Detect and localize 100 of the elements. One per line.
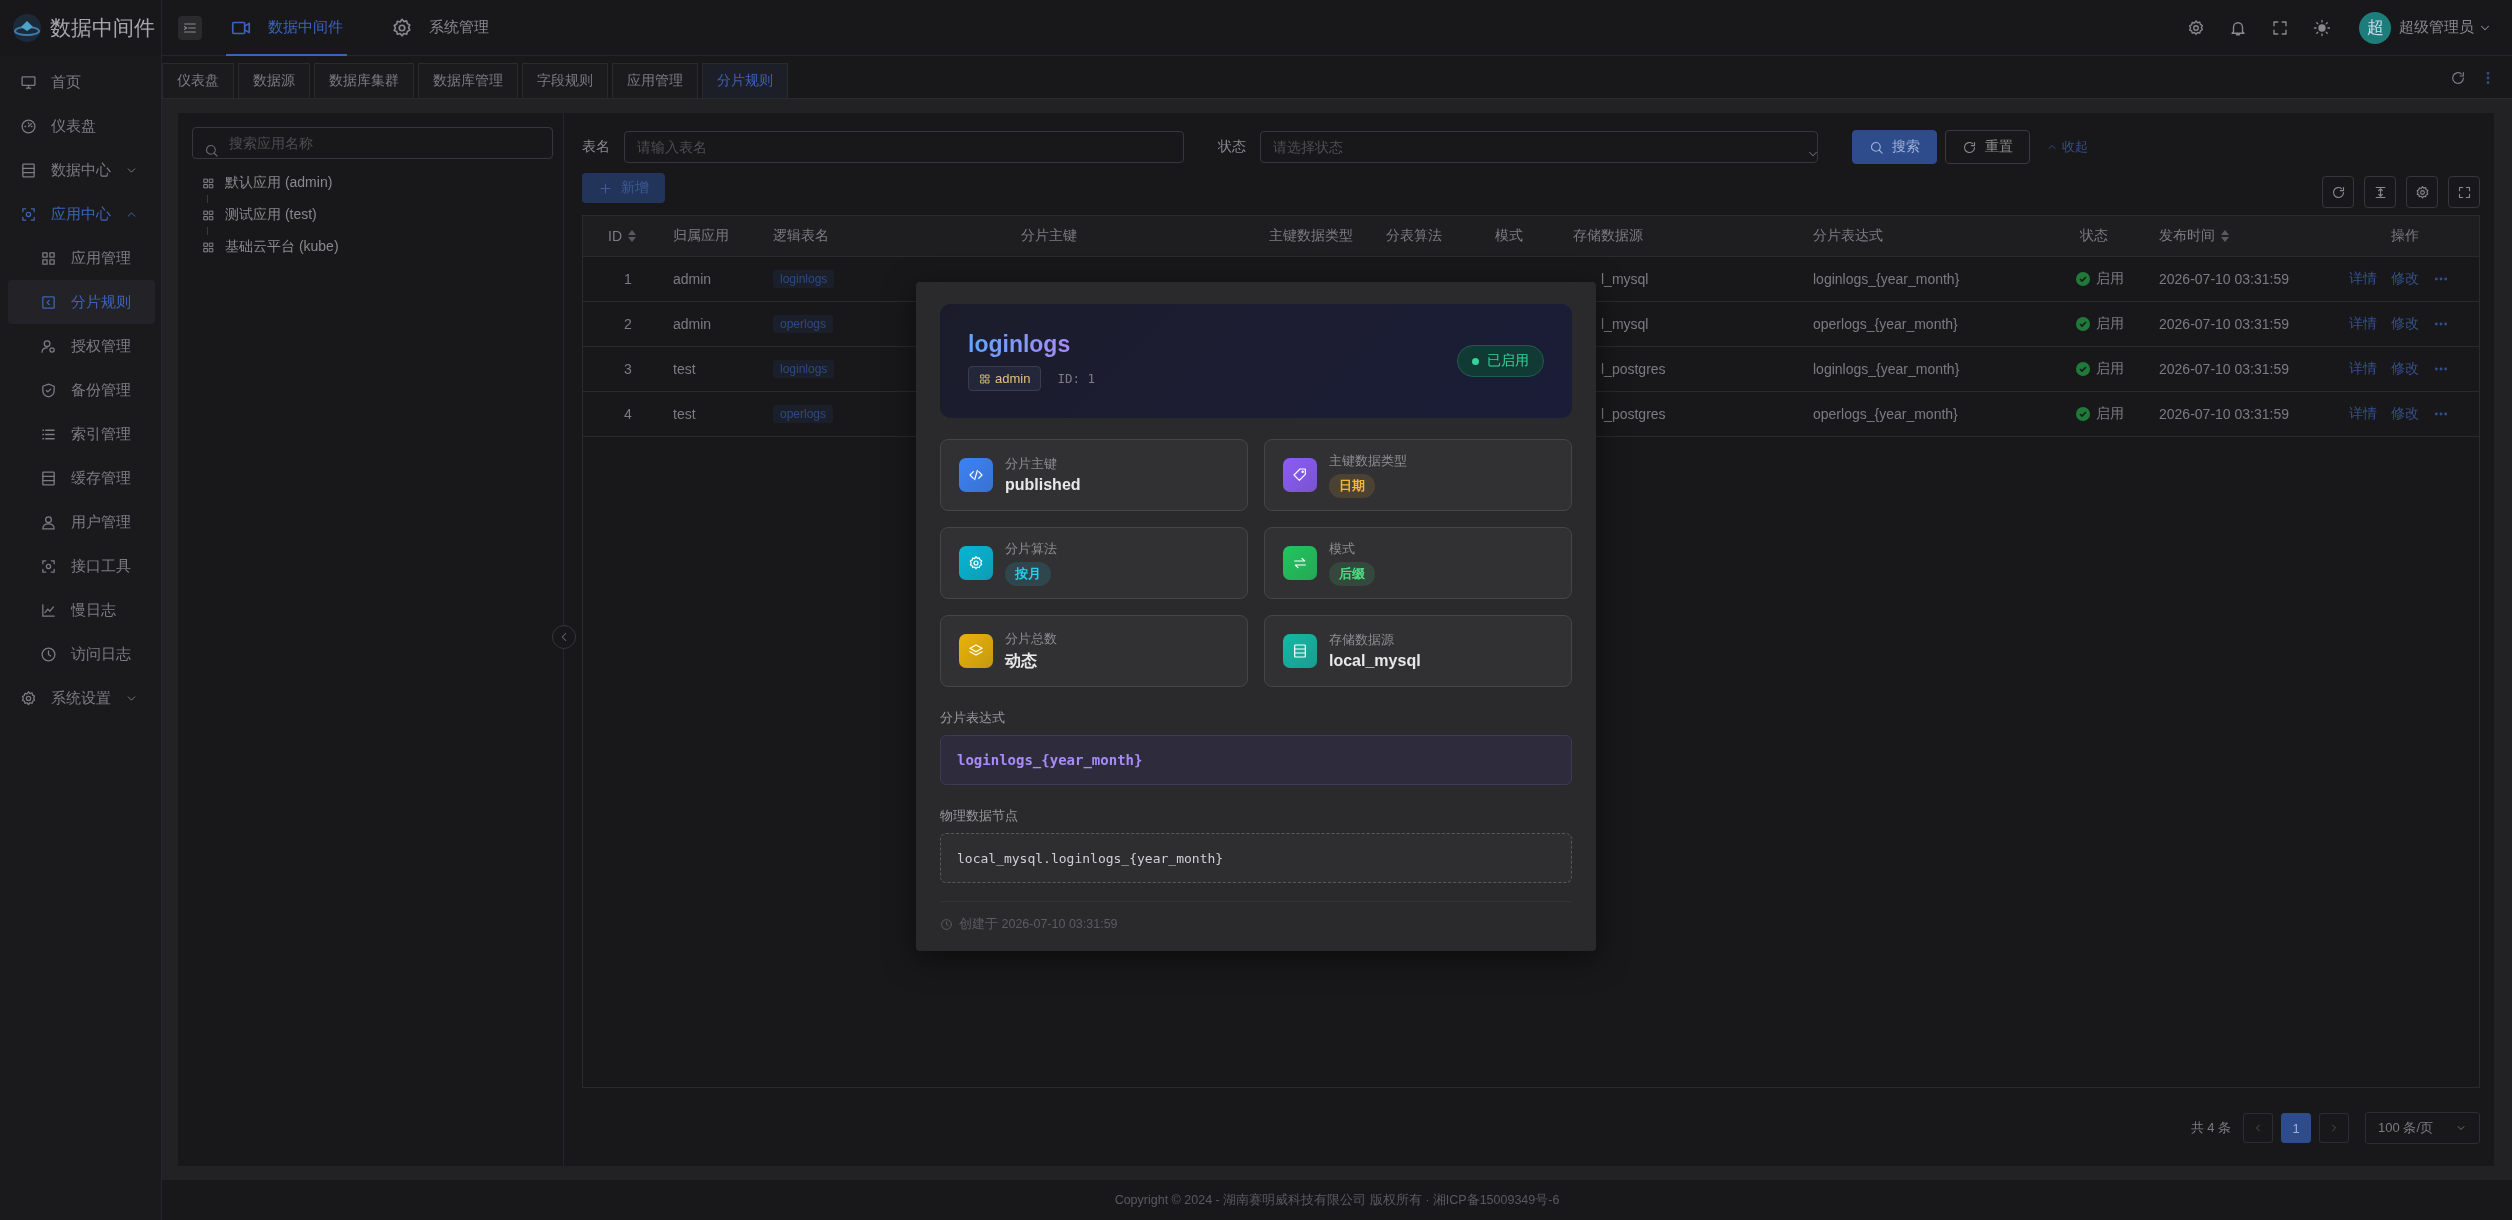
user-gear-icon [40,337,57,355]
table-cell: operlogs_{year_month} [1813,316,1958,332]
table-cell: 启用 [2096,270,2124,288]
plus-icon [598,180,613,196]
sidebar-item[interactable]: 系统设置 [0,676,153,720]
action-link[interactable]: 详情 [2349,315,2377,333]
reset-button[interactable]: 重置 [1945,130,2030,164]
sidebar-item[interactable]: 仪表盘 [0,104,153,148]
table-cell: 2026-07-10 03:31:59 [2159,361,2289,377]
settings-button[interactable] [2406,176,2438,208]
table-cell: 2026-07-10 03:31:59 [2159,271,2289,287]
action-link[interactable]: 修改 [2391,405,2419,423]
page-tab[interactable]: 字段规则 [522,63,608,98]
grid-icon [202,208,215,222]
gauge-icon [20,117,37,135]
refresh-icon[interactable] [2450,70,2466,86]
menu-button[interactable] [178,15,202,40]
table-cell: test [673,406,696,422]
expression-box: loginlogs_{year_month} [940,735,1572,785]
sidebar-item[interactable]: 分片规则 [8,280,155,324]
action-link[interactable]: 修改 [2391,360,2419,378]
section-label: 物理数据节点 [940,807,1019,825]
column-header: 状态 [2080,227,2108,245]
info-label: 分片主键 [1005,456,1058,473]
column-header: 存储数据源 [1573,227,1643,245]
action-link[interactable]: 详情 [2349,405,2377,423]
table-cell: 启用 [2096,405,2124,423]
top-nav-tab[interactable]: 系统管理 [387,0,493,56]
collapse-link[interactable]: 收起 [2046,138,2088,156]
density-button[interactable] [2364,176,2396,208]
page-tab[interactable]: 数据库管理 [418,63,518,98]
refresh-button[interactable] [2322,176,2354,208]
table-cell: loginlogs_{year_month} [1813,271,1960,287]
tag: loginlogs [773,360,835,378]
page-tab[interactable]: 应用管理 [612,63,698,98]
total-count: 共 4 条 [2190,1119,2232,1137]
fullscreen-icon[interactable] [2271,18,2289,37]
sidebar-item[interactable]: 数据中心 [0,148,153,192]
code-icon [40,293,57,311]
settings-icon [2414,184,2430,200]
action-link[interactable]: 修改 [2391,315,2419,333]
settings-icon[interactable] [2187,18,2205,37]
sort-icon[interactable] [628,230,636,242]
info-label: 分片算法 [1005,540,1057,558]
page-tab[interactable]: 数据库集群 [314,63,414,98]
sun-icon[interactable] [2313,18,2331,37]
search-button[interactable]: 搜索 [1852,130,1937,164]
tree-item[interactable]: 基础云平台 (kube) [196,235,345,259]
column-header: 归属应用 [673,227,729,245]
dialog-title: loginlogs [968,331,1071,358]
info-value: published [1005,476,1081,494]
column-header: ID [608,228,622,244]
page-tab[interactable]: 分片规则 [702,63,788,98]
page-button[interactable]: 1 [2281,1113,2312,1143]
grid-icon [202,240,215,254]
info-value: 动态 [1005,650,1038,671]
settings-icon [20,689,37,707]
app-badge: admin [968,366,1042,391]
sidebar-item[interactable]: 应用中心 [0,192,153,236]
sidebar-item[interactable]: 备份管理 [8,368,155,412]
sidebar-item[interactable]: 应用管理 [8,236,155,280]
column-header: 分表算法 [1386,227,1442,245]
settings-icon [391,16,413,39]
sidebar-item[interactable]: 用户管理 [8,500,155,544]
page-size-select[interactable]: 100 条/页 [2365,1112,2480,1144]
sidebar-item[interactable]: 缓存管理 [8,456,155,500]
sidebar-item[interactable]: 索引管理 [8,412,155,456]
info-label: 主键数据类型 [1329,452,1407,470]
collapse-handle[interactable] [552,625,576,649]
field-label: 表名 [582,138,610,156]
table-cell: l_mysql [1601,271,1649,287]
column-header: 操作 [2391,227,2419,245]
user-avatar[interactable]: 超 [2359,11,2391,44]
height-icon [2372,184,2388,200]
refresh-icon [1962,139,1977,155]
page-tab[interactable]: 数据源 [238,63,310,98]
sort-icon[interactable] [2221,230,2229,242]
sidebar-item[interactable]: 首页 [0,60,153,104]
sidebar-item[interactable]: 接口工具 [8,544,155,588]
action-link[interactable]: 详情 [2349,270,2377,288]
page-tab[interactable]: 仪表盘 [162,63,234,98]
tree-item[interactable]: 默认应用 (admin) [196,171,339,195]
user-icon [40,513,57,531]
tree-item[interactable]: 测试应用 (test) [196,203,323,227]
grid-icon [40,249,57,267]
fullscreen-button[interactable] [2448,176,2480,208]
action-link[interactable]: 详情 [2349,360,2377,378]
user-menu[interactable]: 超级管理员 [2399,18,2492,37]
table-cell: 3 [624,361,632,377]
column-header: 主键数据类型 [1269,227,1353,245]
sidebar-item[interactable]: 授权管理 [8,324,155,368]
sidebar-item[interactable]: 访问日志 [8,632,155,676]
action-link[interactable]: 修改 [2391,270,2419,288]
shield-icon [40,381,57,399]
table-cell: admin [673,271,712,287]
sidebar-item[interactable]: 慢日志 [8,588,155,632]
fullscreen-icon [2456,184,2472,200]
table-cell: l_postgres [1601,406,1666,422]
refresh-icon [2330,184,2346,200]
info-value: local_mysql [1329,652,1421,670]
